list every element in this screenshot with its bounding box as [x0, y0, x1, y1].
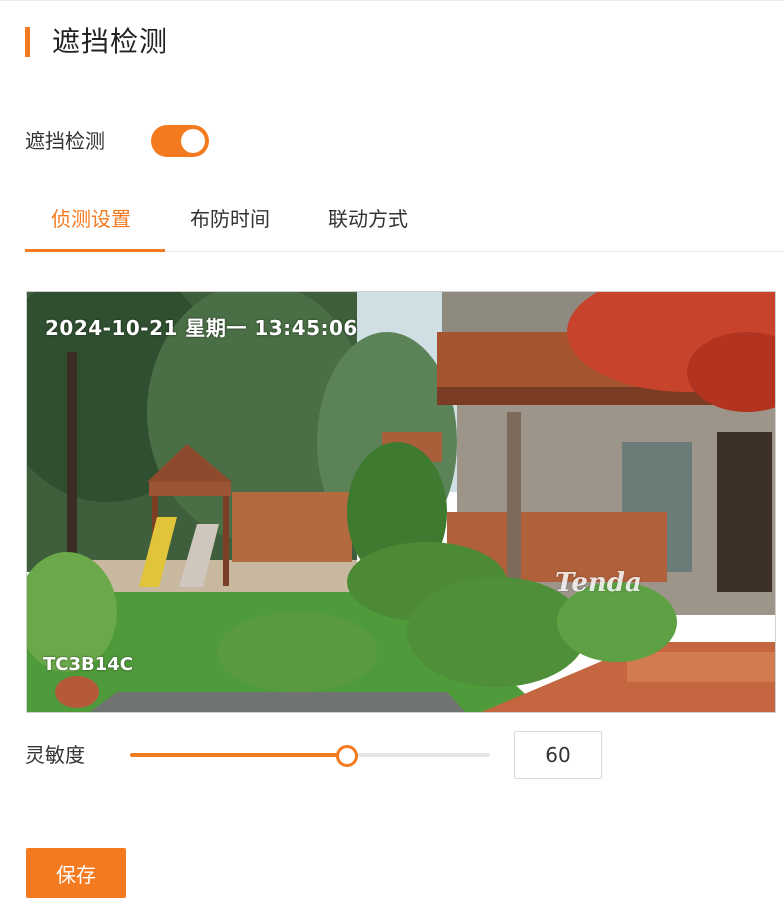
sensitivity-label: 灵敏度: [25, 743, 85, 767]
toggle-knob: [181, 129, 205, 153]
tab-arming-schedule[interactable]: 布防时间: [190, 205, 270, 233]
title-accent-bar: [25, 27, 30, 57]
sensitivity-value-input[interactable]: [514, 731, 602, 779]
tab-bar: 侦测设置 布防时间 联动方式: [25, 197, 784, 252]
sensitivity-slider[interactable]: [130, 744, 490, 767]
slider-thumb[interactable]: [336, 745, 358, 767]
occlusion-toggle[interactable]: [151, 125, 209, 157]
video-timestamp-overlay: 2024-10-21 星期一 13:45:06: [45, 316, 358, 340]
occlusion-detection-page: 遮挡检测 遮挡检测 侦测设置 布防时间 联动方式 2024-10-21 星期一 …: [0, 0, 784, 908]
active-tab-indicator: [25, 249, 165, 252]
slider-fill: [130, 753, 346, 757]
page-title: 遮挡检测: [52, 25, 169, 58]
brand-watermark: Tenda: [555, 568, 642, 598]
save-button[interactable]: 保存: [26, 848, 126, 898]
occlusion-toggle-label: 遮挡检测: [25, 129, 105, 153]
tab-detection-settings[interactable]: 侦测设置: [51, 205, 131, 233]
camera-scene-image: [27, 292, 775, 712]
tab-linkage-mode[interactable]: 联动方式: [328, 205, 408, 233]
camera-preview: 2024-10-21 星期一 13:45:06 Tenda TC3B14C: [26, 291, 776, 713]
camera-name-overlay: TC3B14C: [43, 654, 133, 675]
